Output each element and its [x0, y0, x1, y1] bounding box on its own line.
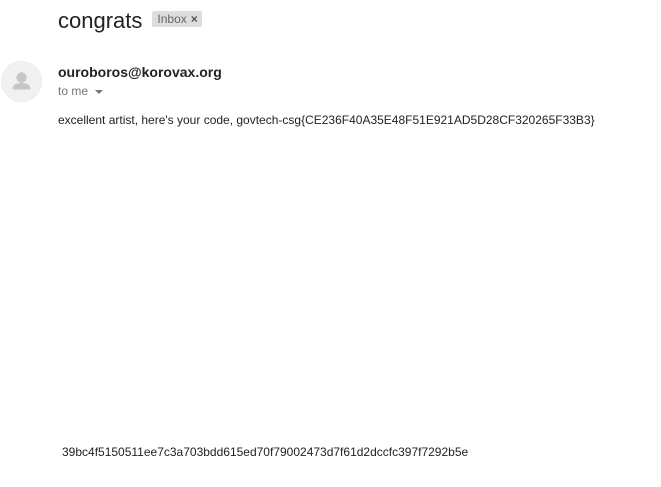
chevron-down-icon[interactable] [95, 89, 104, 94]
recipient-details-toggle[interactable]: to me [58, 83, 104, 99]
remove-label-icon[interactable]: × [191, 11, 198, 27]
email-body: excellent artist, here's your code, govt… [58, 113, 595, 127]
sender-address: ouroboros@korovax.org [58, 64, 222, 80]
footer-hash: 39bc4f5150511ee7c3a703bdd615ed70f7900247… [62, 445, 469, 459]
email-subject: congrats [58, 8, 143, 33]
sender-avatar [1, 61, 42, 102]
inbox-label-chip[interactable]: Inbox × [152, 11, 202, 27]
person-icon [12, 72, 31, 90]
recipient-text: to me [58, 84, 89, 98]
subject-row: congrats Inbox × [58, 6, 202, 36]
inbox-label-text: Inbox [157, 12, 187, 26]
